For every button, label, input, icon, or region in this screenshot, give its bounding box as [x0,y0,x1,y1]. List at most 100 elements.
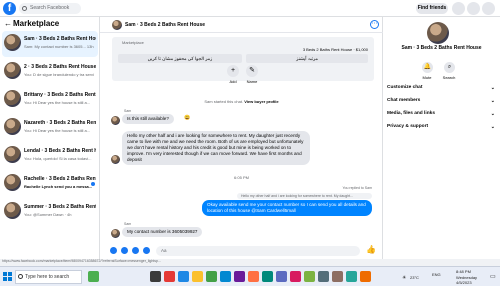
sidebar-title: Marketplace [13,19,60,28]
conversation-name: Lendal · 3 Beds 2 Baths Rent H... [24,148,96,154]
search-icon [18,274,23,279]
quoted-message: Hello my other half and i are looking fo… [237,193,372,199]
conversation-preview: Sam: My contact number is 3605... 13h [24,44,94,49]
sticker-icon[interactable] [132,247,139,254]
chat-started-notice: Sam started this chat. View buyer profil… [100,99,383,104]
like-icon[interactable]: 👍 [366,245,376,254]
conversation-preview: You: Hi Dear yes the house is still a... [24,100,91,105]
name-icon[interactable]: ✎ [246,65,258,77]
conversation-item[interactable]: Nazareth · 3 Beds 2 Baths Rent H... You:… [2,115,98,141]
conversation-item[interactable]: 2 · 3 Beds 2 Baths Rent House You: D de … [2,59,98,85]
contact-name: Sam · 3 Beds 2 Baths Rent House [401,45,482,51]
messenger-icon[interactable] [467,2,480,15]
clock-time[interactable]: 8:48 PM [456,269,471,274]
menu-grid-icon[interactable] [452,2,465,15]
app-icon[interactable] [360,271,371,282]
name-label: Name [246,79,258,84]
edge-icon[interactable] [220,271,231,282]
add-icon[interactable]: + [227,65,239,77]
search-icon [22,6,27,11]
taskbar-search-input[interactable]: Type here to search [15,270,82,284]
chevron-down-icon: ⌄ [490,98,495,104]
task-view-icon[interactable] [150,271,161,282]
add-label: Add [229,79,237,84]
top-bar: f Search Facebook Find friends [0,0,500,17]
avatar [4,146,21,163]
app-icon[interactable] [276,271,287,282]
sender-name: Sam [124,109,132,113]
mute-label: Mute [422,75,432,80]
quick-reply-button[interactable]: مرتبہ آپشنز [246,54,368,63]
weather-text[interactable]: 23°C [410,275,419,280]
chevron-down-icon: ⌄ [490,124,495,130]
conversation-preview: Rachelle Lynch send you a messa... [24,184,93,189]
chat-info-panel: Sam · 3 Beds 2 Baths Rent House 🔔 Mute ⌕… [383,17,500,259]
conversation-item[interactable]: Summer · 3 Beds 2 Baths Rent H... You: @… [2,199,98,225]
facebook-logo[interactable]: f [3,2,16,15]
section-label: Privacy & support [387,124,429,129]
folder-icon[interactable] [192,271,203,282]
conversation-name: Rachelle · 3 Beds 2 Baths Rent H... [24,176,96,182]
avatar[interactable] [112,20,122,30]
app-icon[interactable] [304,271,315,282]
app-icon[interactable] [262,271,273,282]
notification-center-icon[interactable]: ▭ [490,273,496,280]
app-icon[interactable] [164,271,175,282]
plus-icon[interactable] [110,247,117,254]
windows-start-icon[interactable] [3,272,12,281]
app-icon[interactable] [318,271,329,282]
windows-taskbar: Type here to search ☀ 23°C ENG 8:48 PM W… [0,266,500,286]
view-buyer-profile-link[interactable]: View buyer profile [244,99,278,104]
status-url: https://www.facebook.com/marketplace/ite… [2,259,161,263]
conversation-preview: You: Hola, querido! Si la casa todavi... [24,156,92,161]
avatar [4,118,21,135]
search-label: Search [442,75,456,80]
media-files-links-row[interactable]: Media, files and links ⌄ [387,111,495,117]
message-composer: Aa 👍 [100,243,383,259]
app-icon[interactable] [178,271,189,282]
message-input[interactable]: Aa [156,246,360,256]
conversation-item[interactable]: Lendal · 3 Beds 2 Baths Rent H... You: H… [2,143,98,169]
back-arrow-icon[interactable]: ← [4,19,12,28]
quick-reply-button[interactable]: زمر الجوا کی محفوز مشان تا کریں [118,54,242,63]
find-friends-button[interactable]: Find friends [416,3,448,14]
conversation-name: Summer · 3 Beds 2 Baths Rent H... [24,204,96,210]
app-icon[interactable] [290,271,301,282]
search-placeholder: Search Facebook [30,5,70,11]
conversation-item[interactable]: Rachelle · 3 Beds 2 Baths Rent H... Rach… [2,171,98,197]
conversation-preview: You: Hi Dear yes the house is still a... [24,128,91,133]
bell-icon[interactable]: 🔔 [422,62,433,73]
chat-title[interactable]: Sam · 3 Beds 2 Baths Rent House [125,22,205,28]
customize-chat-row[interactable]: Customize chat ⌄ [387,85,495,91]
started-text: Sam started this chat. [204,99,244,104]
unread-dot-icon [91,182,95,186]
search-icon[interactable]: ⌕ [444,62,455,73]
app-icon[interactable] [248,271,259,282]
app-icon[interactable] [346,271,357,282]
listing-title[interactable]: 3 Beds 2 Baths Rent House · $1,000 [303,47,368,52]
weather-icon[interactable]: ☀ [402,275,406,281]
language-indicator[interactable]: ENG [432,272,441,277]
search-input[interactable]: Search Facebook [19,3,81,14]
section-label: Customize chat [387,85,423,90]
listing-card: Marketplace 3 Beds 2 Baths Rent House · … [112,37,374,81]
avatar [4,90,21,107]
marketplace-label: Marketplace [122,40,144,45]
image-icon[interactable] [121,247,128,254]
conversation-name: Brittany · 3 Beds 2 Baths Rent H... [24,92,96,98]
avatar [111,116,120,125]
app-icon[interactable] [234,271,245,282]
app-icon[interactable] [332,271,343,282]
conversation-item[interactable]: Brittany · 3 Beds 2 Baths Rent H... You:… [2,87,98,113]
privacy-support-row[interactable]: Privacy & support ⌄ [387,124,495,130]
incoming-message: Hello my other half and i are looking fo… [122,131,310,165]
app-icon[interactable] [88,271,99,282]
gif-icon[interactable] [143,247,150,254]
more-options-icon[interactable]: ⋯ [370,20,379,29]
chrome-icon[interactable] [206,271,217,282]
notifications-icon[interactable] [482,2,495,15]
avatar [4,62,21,79]
chat-members-row[interactable]: Chat members ⌄ [387,98,495,104]
conversation-item[interactable]: Sam · 3 Beds 2 Baths Rent House Sam: My … [2,31,98,57]
avatar [111,229,120,238]
